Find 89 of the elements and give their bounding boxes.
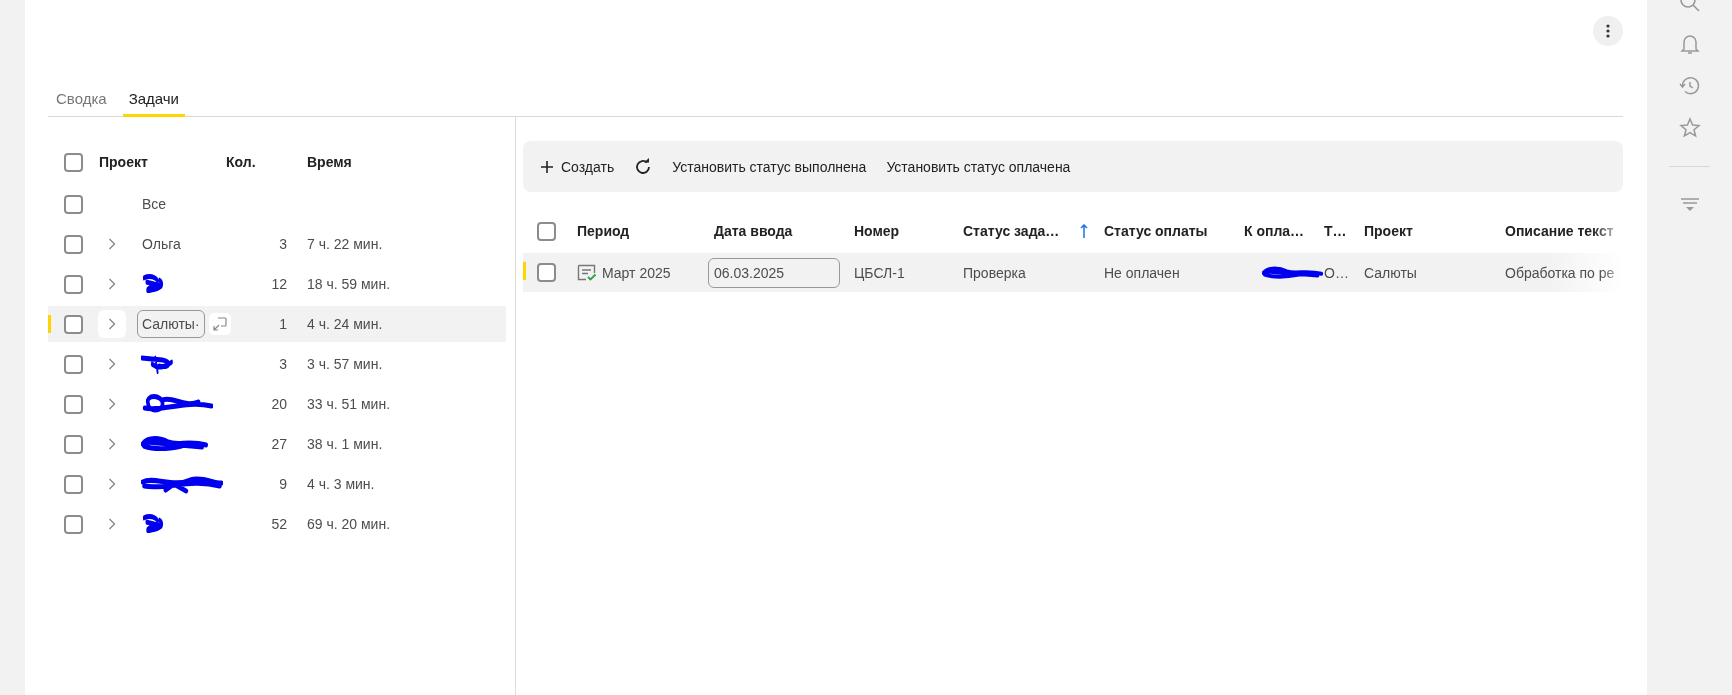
checkbox[interactable]: [64, 514, 83, 534]
star-icon[interactable]: [1677, 116, 1702, 140]
number-text: ЦБСЛ-1: [854, 264, 906, 281]
chevron-right-icon: [108, 238, 116, 250]
checkbox[interactable]: [64, 194, 83, 214]
plus-icon: [541, 160, 553, 173]
project-text: Салюты: [1364, 264, 1418, 281]
time-text: 33 ч. 51 мин.: [306, 396, 392, 412]
more-button[interactable]: [1593, 16, 1623, 46]
project-name: Все: [141, 196, 168, 212]
document-check-icon: [577, 263, 597, 282]
column-header[interactable]: Проект: [84, 154, 226, 170]
column-header[interactable]: К опла…: [1244, 223, 1305, 239]
count-text: 3: [278, 236, 287, 252]
time-text: 4 ч. 24 мин.: [306, 316, 384, 332]
date-field[interactable]: 06.03.2025: [708, 257, 840, 288]
column-header[interactable]: Т…: [1324, 223, 1347, 239]
project-row[interactable]: Салюты· 1 4 ч. 24 мин.: [48, 306, 506, 342]
chevron-right-icon: [108, 358, 116, 370]
count-text: 1: [278, 316, 287, 332]
time-text: 3 ч. 57 мин.: [306, 356, 384, 372]
column-header[interactable]: Номер: [854, 223, 900, 239]
task-status-text: Проверка: [963, 264, 1027, 281]
project-name: Ольга: [141, 236, 182, 252]
bell-icon[interactable]: [1677, 32, 1702, 56]
scribble-drawing: [141, 394, 213, 414]
checkbox[interactable]: [64, 354, 83, 374]
refresh-button[interactable]: [634, 157, 653, 176]
checkbox[interactable]: [64, 314, 83, 334]
chevron-right-icon: [108, 518, 116, 530]
time-text: 18 ч. 59 мин.: [306, 276, 392, 292]
open-button[interactable]: [208, 313, 231, 335]
project-row[interactable]: Ольга 3 7 ч. 22 мин.: [48, 226, 506, 262]
checkbox[interactable]: [64, 274, 83, 294]
checkbox[interactable]: [537, 263, 556, 282]
tab[interactable]: Задачи: [122, 84, 185, 117]
column-header[interactable]: Дата ввода: [714, 223, 793, 239]
chevron-right-icon: [108, 438, 116, 450]
count-text: 12: [270, 276, 287, 292]
period-text: Март 2025: [602, 264, 671, 281]
table-cell-text: О…: [1324, 264, 1350, 281]
project-row[interactable]: 52 69 ч. 20 мин.: [48, 506, 506, 542]
create-button[interactable]: Создать: [541, 158, 615, 175]
selection-marker: [48, 315, 51, 333]
selection-marker: [523, 262, 526, 280]
count-text: 27: [270, 436, 287, 452]
time-text: 38 ч. 1 мин.: [306, 436, 384, 452]
checkbox[interactable]: [64, 434, 83, 454]
status-button[interactable]: Установить статус выполнена: [672, 158, 867, 175]
project-row[interactable]: Все: [48, 186, 506, 222]
count-text: 3: [278, 356, 287, 372]
count-text: 20: [270, 396, 287, 412]
time-text: 4 ч. 3 мин.: [306, 476, 376, 492]
refresh-icon: [634, 157, 653, 176]
scribble-drawing: [141, 434, 209, 454]
count-text: 52: [270, 516, 287, 532]
sort-up-icon[interactable]: [1080, 224, 1088, 238]
column-header[interactable]: Время: [307, 154, 506, 170]
column-header[interactable]: Описание текст: [1505, 223, 1614, 239]
time-text: 69 ч. 20 мин.: [306, 516, 392, 532]
project-name-field[interactable]: Салюты·: [137, 310, 205, 338]
checkbox[interactable]: [64, 152, 83, 172]
open-icon: [212, 317, 227, 331]
time-text: 7 ч. 22 мин.: [306, 236, 384, 252]
checkbox[interactable]: [64, 474, 83, 494]
chevron-right-icon: [108, 398, 116, 410]
chevron-right-icon: [108, 318, 116, 330]
column-header[interactable]: Период: [577, 223, 630, 239]
column-header[interactable]: Статус зада…: [963, 223, 1060, 239]
status-button[interactable]: Установить статус оплачена: [886, 158, 1071, 175]
checkbox[interactable]: [64, 394, 83, 414]
count-text: 9: [278, 476, 287, 492]
expand-button[interactable]: [98, 310, 126, 338]
checkbox[interactable]: [537, 221, 556, 241]
chevron-right-icon: [108, 278, 116, 290]
column-header[interactable]: Проект: [1364, 223, 1413, 239]
project-row[interactable]: 12 18 ч. 59 мин.: [48, 266, 506, 302]
project-row[interactable]: 20 33 ч. 51 мин.: [48, 386, 506, 422]
checkbox[interactable]: [64, 234, 83, 254]
tab[interactable]: Сводка: [50, 84, 113, 117]
more-icon: [1606, 24, 1610, 38]
column-header[interactable]: Статус оплаты: [1104, 223, 1208, 239]
description-text: Обработка по ре: [1505, 264, 1616, 281]
project-row[interactable]: 27 38 ч. 1 мин.: [48, 426, 506, 462]
payment-status-text: Не оплачен: [1104, 264, 1181, 281]
chevron-right-icon: [108, 478, 116, 490]
column-header[interactable]: Кол.: [226, 154, 307, 170]
project-row[interactable]: 3 3 ч. 57 мин.: [48, 346, 506, 382]
project-row[interactable]: 9 4 ч. 3 мин.: [48, 466, 506, 502]
